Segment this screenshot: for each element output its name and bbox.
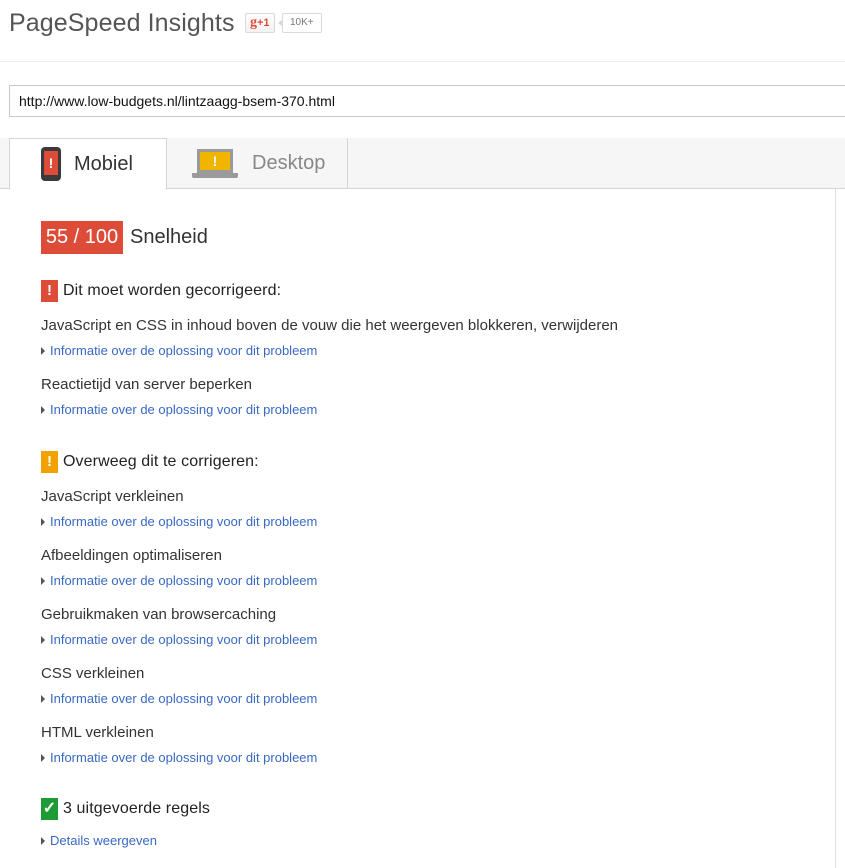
google-plus-one-button[interactable]: g+1 [245, 13, 275, 33]
section-title: 3 uitgevoerde regels [63, 800, 210, 817]
expand-arrow-icon [41, 347, 45, 355]
rule-title: Afbeeldingen optimaliseren [41, 547, 222, 564]
google-plus-icon: g [250, 15, 257, 30]
score-badge: 55 / 100 [41, 221, 123, 254]
rule-title: Reactietijd van server beperken [41, 376, 252, 393]
rule-title: JavaScript verkleinen [41, 488, 184, 505]
rule-title: JavaScript en CSS in inhoud boven de vou… [41, 317, 619, 334]
app-title: PageSpeed Insights [9, 9, 235, 37]
red-exclamation-icon: ! [41, 280, 58, 302]
rule-info-link[interactable]: Informatie over de oplossing voor dit pr… [41, 514, 317, 529]
tab-desktop-label: Desktop [252, 152, 326, 174]
section-title: Overweeg dit te corrigeren: [63, 453, 259, 470]
rule-info-link-label: Informatie over de oplossing voor dit pr… [50, 514, 318, 529]
expand-arrow-icon [41, 518, 45, 526]
must-fix-heading: ! Dit moet worden gecorrigeerd: [41, 280, 281, 302]
plus-one-label: +1 [257, 17, 270, 29]
green-check-icon: ✓ [41, 798, 58, 820]
share-count-bubble: 10K+ [278, 13, 322, 33]
show-details-label: Details weergeven [50, 833, 157, 848]
rule-info-link-label: Informatie over de oplossing voor dit pr… [50, 573, 318, 588]
consider-fix-heading: ! Overweeg dit te corrigeren: [41, 451, 259, 473]
expand-arrow-icon [41, 837, 45, 845]
rule-info-link-label: Informatie over de oplossing voor dit pr… [50, 750, 318, 765]
rule-title: CSS verkleinen [41, 665, 145, 682]
rule-info-link[interactable]: Informatie over de oplossing voor dit pr… [41, 573, 317, 588]
device-tab-bar: ! Mobiel ! Desktop [0, 138, 845, 190]
tab-mobile[interactable]: ! Mobiel [9, 138, 167, 190]
rule-info-link[interactable]: Informatie over de oplossing voor dit pr… [41, 402, 317, 417]
expand-arrow-icon [41, 754, 45, 762]
expand-arrow-icon [41, 636, 45, 644]
content-divider [835, 189, 836, 868]
rule-info-link-label: Informatie over de oplossing voor dit pr… [50, 632, 318, 647]
rule-info-link-label: Informatie over de oplossing voor dit pr… [50, 343, 318, 358]
show-details-link[interactable]: Details weergeven [41, 833, 157, 848]
passed-rules-heading: ✓ 3 uitgevoerde regels [41, 798, 210, 820]
phone-warning-icon: ! [41, 147, 61, 181]
tab-desktop[interactable]: ! Desktop [167, 138, 348, 189]
rule-info-link[interactable]: Informatie over de oplossing voor dit pr… [41, 632, 317, 647]
rule-title: HTML verkleinen [41, 724, 154, 741]
rule-info-link-label: Informatie over de oplossing voor dit pr… [50, 402, 318, 417]
rule-info-link[interactable]: Informatie over de oplossing voor dit pr… [41, 343, 317, 358]
rule-info-link[interactable]: Informatie over de oplossing voor dit pr… [41, 691, 317, 706]
expand-arrow-icon [41, 577, 45, 585]
section-title: Dit moet worden gecorrigeerd: [63, 282, 282, 299]
url-input[interactable] [9, 85, 845, 117]
app-header: PageSpeed Insights g+1 10K+ [0, 0, 845, 62]
orange-exclamation-icon: ! [41, 451, 58, 473]
expand-arrow-icon [41, 406, 45, 414]
rule-info-link-label: Informatie over de oplossing voor dit pr… [50, 691, 318, 706]
tab-mobile-label: Mobiel [74, 152, 133, 175]
expand-arrow-icon [41, 695, 45, 703]
score-label: Snelheid [130, 226, 208, 248]
desktop-warning-icon: ! [192, 148, 238, 179]
rule-title: Gebruikmaken van browsercaching [41, 606, 277, 623]
rule-info-link[interactable]: Informatie over de oplossing voor dit pr… [41, 750, 317, 765]
